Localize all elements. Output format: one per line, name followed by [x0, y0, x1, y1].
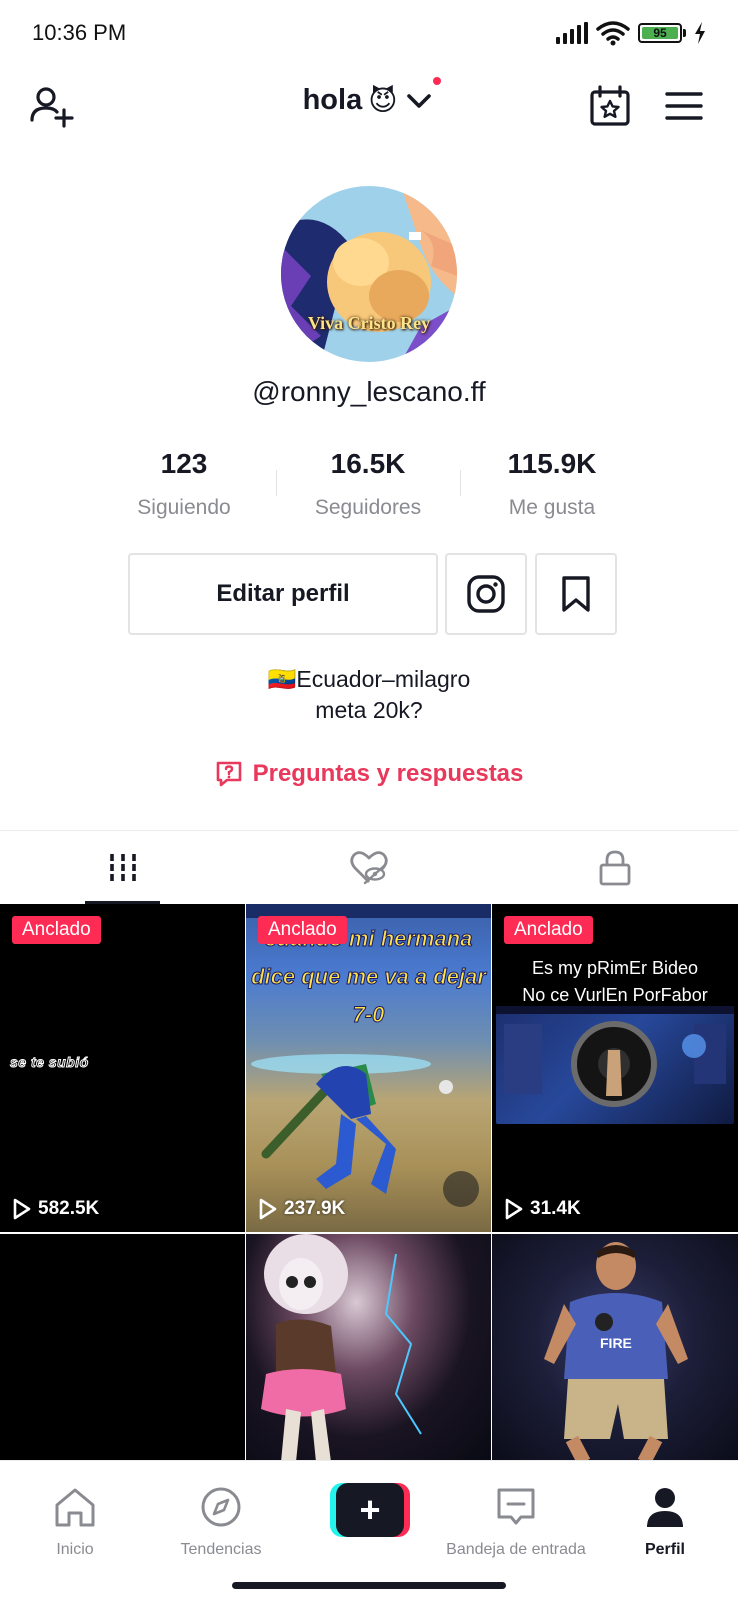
instagram-button[interactable]: [445, 553, 527, 635]
bookmark-icon: [562, 576, 590, 612]
profile-tabs: [0, 830, 738, 904]
calendar-icon[interactable]: [588, 84, 632, 128]
qa-link[interactable]: Preguntas y respuestas: [0, 760, 738, 788]
video-thumbnail[interactable]: cuando mi hermana dice que me va a dejar…: [246, 904, 491, 1232]
stat-followers[interactable]: 16.5K Seguidores: [276, 448, 460, 520]
profile-stats: 123 Siguiendo 16.5K Seguidores 115.9K Me…: [92, 448, 646, 520]
tab-liked[interactable]: [246, 831, 492, 904]
video-thumbnail[interactable]: [0, 1234, 245, 1460]
status-bar: 10:36 PM 95: [0, 0, 738, 66]
thumbnail-figure: [261, 1234, 422, 1460]
notification-dot: [433, 76, 442, 85]
nav-profile[interactable]: Perfil: [590, 1481, 738, 1559]
thumbnail-figure: FIRE: [544, 1242, 688, 1460]
avatar[interactable]: Viva Cristo Rey: [281, 186, 457, 362]
thumbnail-image: [496, 1006, 734, 1124]
stat-following-value: 123: [160, 448, 208, 479]
stat-likes-value: 115.9K: [507, 448, 597, 479]
stat-likes-label: Me gusta: [508, 496, 596, 519]
nav-discover-label: Tendencias: [180, 1541, 262, 1558]
charging-icon: [695, 22, 705, 44]
avatar-caption: Viva Cristo Rey: [307, 313, 431, 333]
inbox-icon: [497, 1488, 535, 1525]
view-count-value: 31.4K: [530, 1198, 581, 1219]
view-count: 582.5K: [12, 1198, 99, 1220]
stat-likes[interactable]: 115.9K Me gusta: [460, 448, 644, 520]
qa-label: Preguntas y respuestas: [252, 760, 524, 787]
video-thumbnail[interactable]: Anclado se te subió 582.5K: [0, 904, 245, 1232]
pinned-badge: Anclado: [258, 916, 347, 944]
thumbnail-caption: 7-0: [352, 1002, 385, 1028]
tab-videos[interactable]: [0, 831, 246, 904]
status-icons: 95: [556, 20, 706, 46]
play-icon: [259, 1198, 277, 1220]
stat-followers-label: Seguidores: [314, 496, 422, 519]
nav-home[interactable]: Inicio: [0, 1481, 150, 1559]
lock-icon: [599, 850, 631, 885]
profile-header: hola 😈: [0, 70, 738, 140]
nav-inbox-label: Bandeja de entrada: [446, 1541, 586, 1558]
nav-profile-label: Perfil: [644, 1541, 685, 1558]
play-icon: [505, 1198, 523, 1220]
profile-bio: 🇪🇨Ecuador–milagro meta 20k?: [0, 664, 738, 726]
plus-icon: +: [336, 1483, 404, 1537]
nav-discover[interactable]: Tendencias: [146, 1481, 296, 1559]
view-count-value: 582.5K: [38, 1198, 100, 1219]
account-name: hola: [302, 84, 363, 116]
stat-followers-value: 16.5K: [330, 448, 406, 479]
svg-text:FIRE: FIRE: [600, 1335, 632, 1351]
view-count-value: 237.9K: [284, 1198, 346, 1219]
profile-icon: [647, 1488, 683, 1527]
menu-icon[interactable]: [664, 86, 704, 126]
devil-emoji: 😈: [368, 84, 398, 116]
chevron-down-icon: [403, 76, 442, 117]
grid-icon: [110, 853, 136, 882]
video-thumbnail[interactable]: Anclado Es my pRimEr Bideo No ce VurlEn …: [492, 904, 738, 1232]
battery-icon: 95: [638, 23, 686, 43]
signal-icon: [556, 22, 588, 44]
bottom-nav: Inicio Tendencias + Bandeja de entrada P…: [0, 1460, 738, 1600]
view-count: 31.4K: [504, 1198, 581, 1220]
avatar-image: [281, 186, 457, 362]
compass-icon: [201, 1487, 241, 1527]
instagram-icon: [467, 575, 505, 613]
username: @ronny_lescano.ff: [252, 376, 486, 407]
bio-line: meta 20k?: [315, 697, 423, 723]
hidden-heart-icon: [350, 850, 388, 884]
play-icon: [13, 1198, 31, 1220]
home-icon: [55, 1488, 95, 1527]
stat-following-label: Siguiendo: [137, 496, 231, 519]
view-count: 237.9K: [258, 1198, 345, 1220]
status-time: 10:36 PM: [32, 20, 127, 45]
wifi-icon: [596, 21, 630, 46]
nav-home-label: Inicio: [56, 1541, 94, 1558]
thumbnail-caption: No ce VurlEn PorFabor: [522, 985, 708, 1005]
edit-profile-button[interactable]: Editar perfil: [128, 553, 438, 635]
battery-level: 95: [642, 26, 678, 40]
video-thumbnail[interactable]: [246, 1234, 491, 1460]
tab-private[interactable]: [492, 831, 738, 904]
home-indicator[interactable]: [232, 1582, 506, 1589]
nav-inbox[interactable]: Bandeja de entrada: [440, 1481, 592, 1559]
favorites-button[interactable]: [535, 553, 617, 635]
thumbnail-figure: [246, 904, 491, 1207]
bio-line: 🇪🇨Ecuador–milagro: [267, 666, 471, 692]
create-button[interactable]: +: [330, 1483, 410, 1537]
thumbnail-caption: Es my pRimEr Bideo: [531, 958, 699, 978]
thumbnail-caption: se te subió: [10, 1054, 89, 1071]
question-bubble-icon: [216, 761, 241, 787]
pinned-badge: Anclado: [12, 916, 101, 944]
video-thumbnail[interactable]: FIRE: [492, 1234, 738, 1460]
pinned-badge: Anclado: [504, 916, 593, 944]
video-grid: Anclado se te subió 582.5K cuando mi her…: [0, 904, 738, 1460]
stat-following[interactable]: 123 Siguiendo: [92, 448, 276, 520]
thumbnail-caption: dice que me va a dejar: [251, 964, 487, 990]
